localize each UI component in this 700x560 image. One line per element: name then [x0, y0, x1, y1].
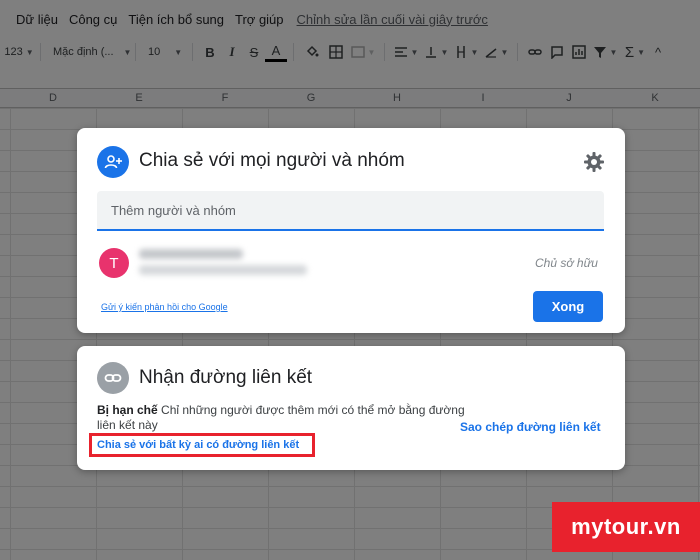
get-link-title: Nhận đường liên kết	[139, 367, 313, 388]
blurred-user-name	[139, 249, 243, 259]
restriction-description: Bị hạn chế Chỉ những người được thêm mới…	[97, 403, 467, 433]
get-link-dialog: Nhận đường liên kết Bị hạn chế Chỉ những…	[77, 346, 625, 470]
restriction-label[interactable]: Bị hạn chế	[97, 403, 158, 417]
share-with-anyone-link[interactable]: Chia sẻ với bất kỳ ai có đường liên kết	[97, 439, 299, 451]
add-person-icon	[97, 146, 129, 178]
copy-link-button[interactable]: Sao chép đường liên kết	[460, 420, 601, 434]
done-button[interactable]: Xong	[533, 291, 603, 322]
watermark-logo: mytour.vn	[552, 502, 700, 552]
blurred-user-email	[139, 265, 307, 275]
share-dialog-title: Chia sẻ với mọi người và nhóm	[139, 150, 405, 171]
link-icon	[97, 362, 129, 394]
share-dialog: Chia sẻ với mọi người và nhóm T Chủ sở h…	[77, 128, 625, 333]
add-people-input[interactable]	[97, 191, 604, 231]
gear-icon[interactable]	[582, 150, 606, 174]
avatar: T	[99, 248, 129, 278]
send-feedback-link[interactable]: Gửi ý kiến phản hồi cho Google	[101, 302, 228, 312]
owner-role-label: Chủ sở hữu	[535, 256, 598, 270]
